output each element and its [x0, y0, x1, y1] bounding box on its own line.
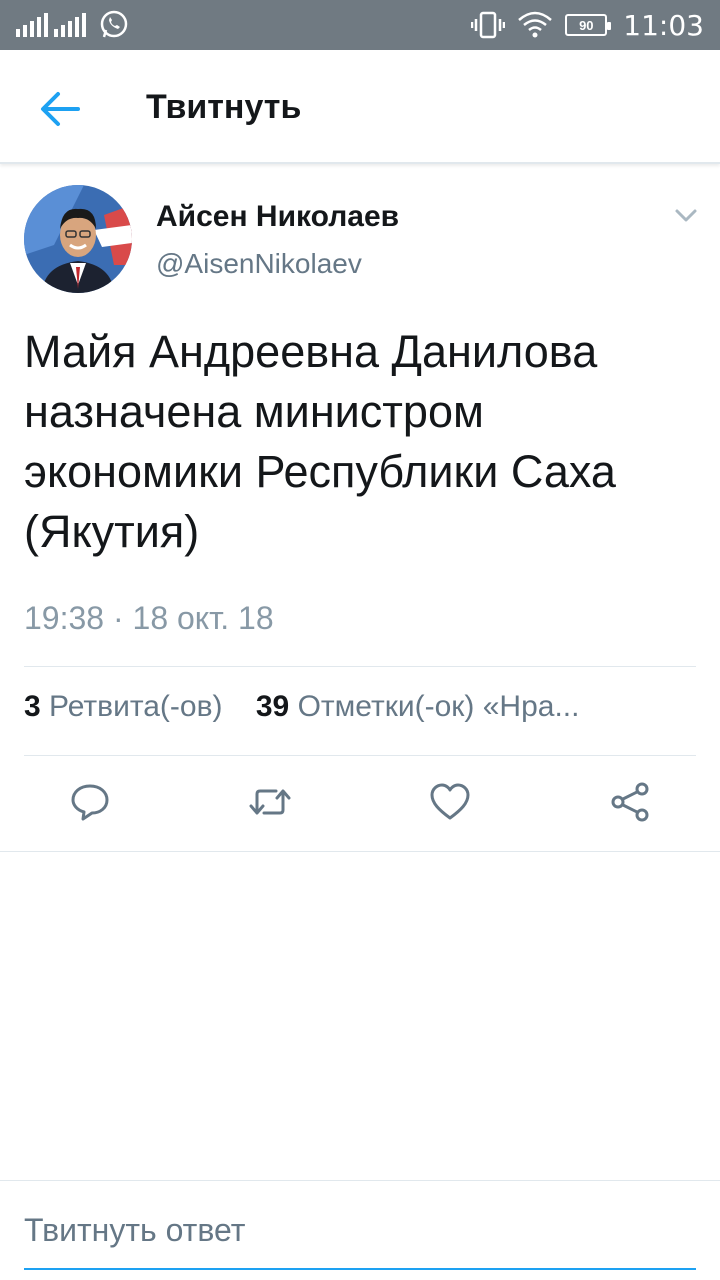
likes-label: Отметки(-ок) «Нра...	[297, 690, 580, 723]
avatar[interactable]	[24, 185, 132, 293]
retweets-stat[interactable]: 3 Ретвита(-ов)	[24, 690, 223, 723]
likes-count: 39	[255, 690, 290, 723]
likes-stat[interactable]: 39 Отметки(-ок) «Нра...	[256, 690, 580, 723]
whatsapp-icon	[100, 10, 128, 38]
reply-icon	[71, 784, 109, 821]
status-time: 11:03	[623, 8, 704, 42]
tweet-timestamp[interactable]: 19:38 · 18 окт. 18	[24, 600, 274, 637]
divider	[0, 1180, 720, 1181]
retweets-label: Ретвита(-ов)	[49, 690, 223, 723]
signal-icon	[16, 13, 86, 37]
reply-input[interactable]: Твитнуть ответ	[24, 1212, 245, 1249]
heart-icon	[430, 783, 470, 820]
tweet-stats: 3 Ретвита(-ов) 39 Отметки(-ок) «Нра...	[24, 690, 700, 734]
battery-level: 90	[579, 17, 594, 33]
reply-button[interactable]	[68, 780, 112, 824]
wifi-icon	[518, 11, 553, 38]
top-app-bar: Твитнуть	[0, 50, 720, 164]
divider	[24, 666, 696, 667]
chevron-down-icon	[675, 209, 697, 222]
page-title: Твитнуть	[146, 88, 302, 126]
retweet-button[interactable]	[248, 780, 292, 824]
like-button[interactable]	[428, 780, 472, 824]
battery-icon: 90	[565, 14, 612, 36]
divider	[24, 755, 696, 756]
tweet-actions	[0, 760, 720, 850]
status-bar-left	[16, 9, 130, 41]
status-bar-right: 90 11:03	[471, 9, 704, 42]
share-button[interactable]	[608, 780, 652, 824]
share-icon	[611, 782, 649, 822]
status-bar: 90 11:03	[0, 0, 720, 50]
retweets-count: 3	[24, 690, 41, 723]
reply-input-underline	[24, 1268, 696, 1270]
author-name[interactable]: Айсен Николаев	[156, 200, 399, 234]
vibrate-icon	[471, 11, 506, 39]
retweet-icon	[249, 789, 291, 815]
back-button[interactable]	[30, 84, 90, 134]
arrow-left-icon	[41, 92, 80, 126]
tweet-menu-button[interactable]	[672, 202, 700, 230]
author-handle[interactable]: @AisenNikolaev	[156, 248, 362, 280]
tweet-text: Майя Андреевна Данилова назначена минист…	[24, 326, 616, 557]
avatar-image	[24, 185, 132, 293]
divider	[0, 851, 720, 852]
